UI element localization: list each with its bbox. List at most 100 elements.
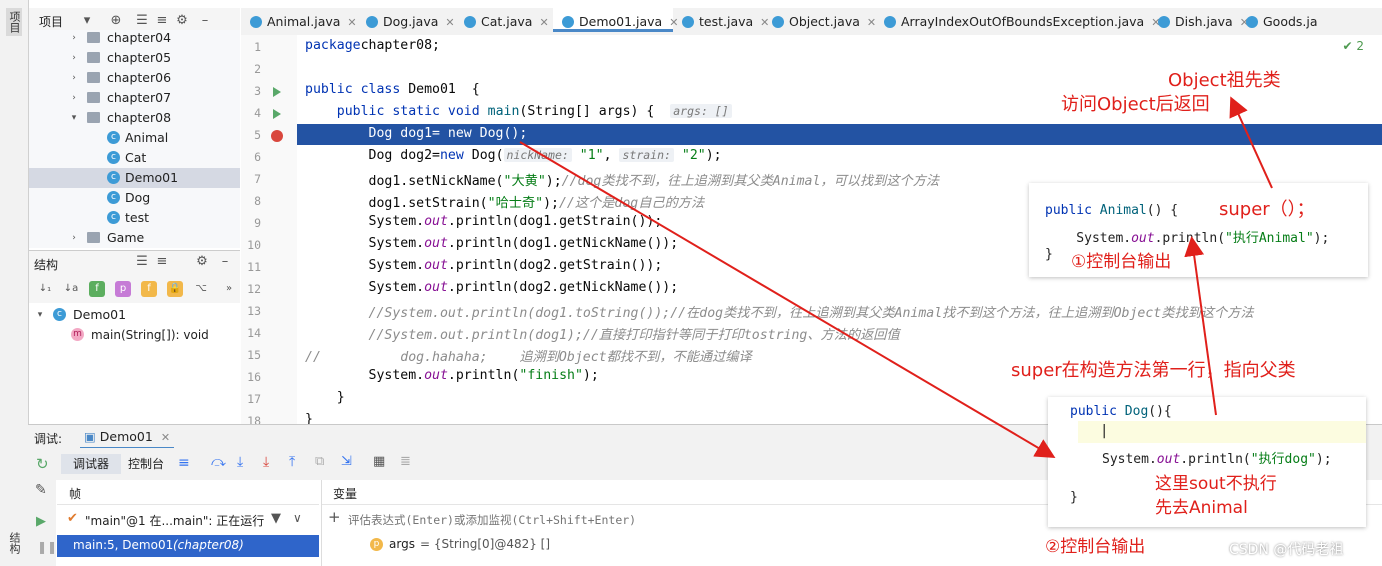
animal-code-line: public Animal() {	[1045, 203, 1179, 218]
structure-panel-title: 结构	[34, 258, 59, 272]
structure-root[interactable]: ▾ c Demo01	[29, 305, 240, 325]
chevron-down-icon[interactable]: ▾	[35, 305, 45, 325]
lock-icon[interactable]: 🔒	[167, 281, 183, 297]
property-icon[interactable]: p	[115, 281, 131, 297]
editor-tab[interactable]: Goods.ja	[1237, 8, 1327, 35]
step-out-icon[interactable]: ⤒	[289, 454, 295, 470]
tree-folder[interactable]: › Game	[29, 228, 240, 248]
f-icon[interactable]: f	[141, 281, 157, 297]
drop-frame-icon[interactable]: ⧉	[315, 454, 324, 469]
tree-class[interactable]: c Dog	[29, 188, 240, 208]
line-number: 15	[247, 348, 261, 362]
editor-tab[interactable]: Object.java ✕	[763, 8, 876, 35]
gear-icon[interactable]: ⚙	[194, 254, 210, 270]
tree-folder[interactable]: › chapter04	[29, 28, 240, 48]
filter-icon[interactable]: ▼	[271, 511, 281, 526]
editor-tab[interactable]: Demo01.java ✕	[553, 8, 678, 32]
project-tool-tab[interactable]: 项目	[6, 8, 22, 36]
tree-folder[interactable]: › chapter05	[29, 48, 240, 68]
chevron-right-icon[interactable]: ›	[69, 88, 79, 108]
run-gutter-icon[interactable]	[273, 87, 281, 97]
tree-class[interactable]: c Demo01	[29, 168, 240, 188]
run-to-cursor-icon[interactable]: ⇲	[341, 454, 352, 469]
collapse-all-icon[interactable]: ☰	[134, 13, 150, 29]
menu-icon[interactable]: ≡	[178, 455, 190, 471]
sort-alpha-icon[interactable]: ↓a	[63, 281, 79, 297]
pause-icon[interactable]: ❚❚	[37, 540, 57, 554]
chevron-right-icon[interactable]: ›	[69, 28, 79, 48]
inherit-icon[interactable]: ⌥	[193, 281, 209, 297]
editor-tab[interactable]: Dog.java ✕	[357, 8, 455, 35]
expand-all-icon[interactable]: ☰	[134, 254, 150, 270]
chevron-down-icon[interactable]: ▾	[69, 108, 79, 128]
evaluate-icon[interactable]: ▦	[373, 454, 385, 469]
object-title-note: Object祖先类	[1168, 70, 1281, 91]
chevron-right-icon[interactable]: ›	[69, 68, 79, 88]
resume-icon[interactable]: ▶	[36, 514, 46, 529]
java-class-icon	[772, 16, 784, 28]
line-number: 14	[247, 326, 261, 340]
code-line: // dog.hahaha; 追溯到Object都找不到，不能通过编译	[305, 350, 752, 365]
step-into-icon[interactable]: ⤓	[237, 454, 243, 470]
trace-icon[interactable]: ≣	[400, 454, 411, 469]
gear-icon[interactable]: ⚙	[174, 13, 190, 29]
editor-tab[interactable]: Animal.java ✕	[241, 8, 357, 35]
editor-tab[interactable]: Cat.java ✕	[455, 8, 553, 35]
code-line: Dog dog1= new Dog();	[305, 126, 528, 141]
close-icon[interactable]: ✕	[347, 16, 356, 29]
wrench-icon[interactable]: ✎	[35, 482, 47, 498]
chevron-right-icon[interactable]: ›	[69, 48, 79, 68]
structure-tool-tab[interactable]: 结构	[6, 528, 22, 558]
close-icon[interactable]: ✕	[161, 431, 170, 444]
variable-value: = {String[0]@482} []	[420, 537, 551, 551]
inspection-widget[interactable]: ✔ 2	[1342, 39, 1364, 53]
evaluate-expression-input[interactable]	[346, 510, 950, 530]
more-icon[interactable]: »	[221, 281, 237, 297]
variable-row[interactable]: p args = {String[0]@482} []	[322, 534, 1382, 556]
structure-method[interactable]: m main(String[]): void	[29, 325, 240, 345]
editor-tab[interactable]: test.java ✕	[673, 8, 769, 35]
chevron-down-icon[interactable]: ∨	[293, 511, 302, 525]
dog-code-line: System.out.println("执行dog");	[1102, 452, 1332, 467]
tree-folder[interactable]: › chapter06	[29, 68, 240, 88]
tree-class[interactable]: c test	[29, 208, 240, 228]
force-step-into-icon[interactable]: ⤓	[263, 454, 269, 470]
chevron-right-icon[interactable]: ›	[69, 228, 79, 248]
editor-tab[interactable]: ArrayIndexOutOfBoundsException.java ✕	[875, 8, 1160, 35]
expand-all-icon[interactable]: ≡	[154, 13, 170, 29]
folder-icon	[87, 32, 100, 43]
tree-item-label: Game	[107, 230, 145, 245]
sort-icon[interactable]: ↓₁	[37, 281, 53, 297]
tree-class[interactable]: c Cat	[29, 148, 240, 168]
debug-config-tab[interactable]: ▣ Demo01 ✕	[80, 427, 175, 449]
run-gutter-icon[interactable]	[273, 109, 281, 119]
project-tree: › chapter04 › chapter05 › chapter06 › chapter07…	[29, 30, 240, 248]
animal-constructor-callout: public Animal() { System.out.println("执行…	[1029, 183, 1368, 277]
locate-icon[interactable]: ⊕	[108, 13, 124, 29]
collapse-all-icon[interactable]: ≡	[154, 254, 170, 270]
thread-selector[interactable]: ✔ "main"@1 在...main": 正在运行 ▼ ∨	[57, 508, 319, 532]
editor-tab[interactable]: Dish.java ✕	[1149, 8, 1249, 35]
object-return-note: 访问Object后返回	[1061, 94, 1210, 115]
chevron-down-icon[interactable]: ▾	[79, 13, 95, 29]
breakpoint-icon[interactable]	[271, 130, 283, 142]
add-watch-icon[interactable]: +	[328, 508, 341, 526]
java-class-icon	[250, 16, 262, 28]
step-over-icon[interactable]: ⤼	[211, 454, 226, 470]
close-icon[interactable]: ✕	[539, 16, 548, 29]
hide-icon[interactable]: –	[197, 13, 213, 29]
close-icon[interactable]: ✕	[445, 16, 454, 29]
tree-class[interactable]: c Animal	[29, 128, 240, 148]
tree-folder[interactable]: ▾ chapter08	[29, 108, 240, 128]
animal-super-note: super（）；	[1219, 199, 1315, 220]
tab-debugger[interactable]: 调试器	[61, 454, 121, 474]
tab-label: ArrayIndexOutOfBoundsException.java	[901, 14, 1145, 29]
hide-icon[interactable]: –	[217, 254, 233, 270]
tab-console[interactable]: 控制台	[128, 454, 164, 474]
tree-folder[interactable]: › chapter07	[29, 88, 240, 108]
tree-item-label: chapter08	[107, 110, 172, 125]
frame-row[interactable]: main:5, Demo01 (chapter08)	[57, 535, 319, 557]
field-icon[interactable]: f	[89, 281, 105, 297]
line-number: 1	[254, 40, 261, 54]
rerun-icon[interactable]: ↻	[36, 455, 49, 473]
